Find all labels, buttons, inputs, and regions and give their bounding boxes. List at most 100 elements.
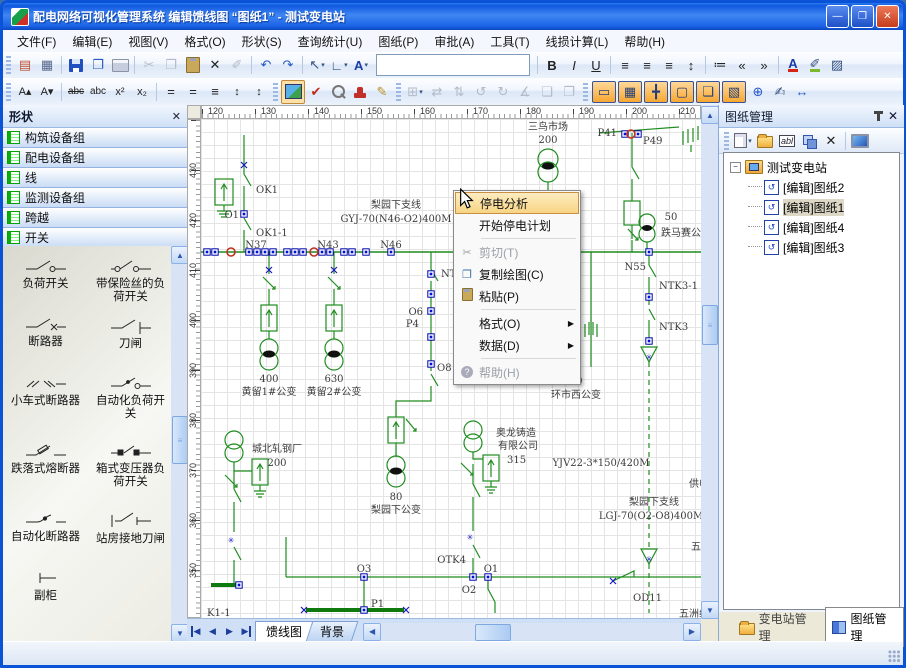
save-button[interactable] bbox=[65, 54, 87, 76]
context-item-help[interactable]: ?帮助(H) bbox=[455, 361, 579, 383]
context-item-copy-drawing[interactable]: ❐复制绘图(C) bbox=[455, 263, 579, 285]
toolbar-grip[interactable] bbox=[583, 83, 588, 101]
shape-group-lines[interactable]: 线 bbox=[3, 168, 187, 188]
send-to-back-button[interactable]: ❐ bbox=[558, 81, 580, 103]
close-button[interactable]: ✕ bbox=[876, 5, 899, 28]
toggle-ruler-button[interactable]: ▭ bbox=[592, 81, 616, 103]
shape-group-monitoring[interactable]: 监测设备组 bbox=[3, 188, 187, 208]
line-spacing-2-button[interactable]: ≡ bbox=[204, 81, 226, 103]
new-drawing-button[interactable]: ▾ bbox=[732, 130, 754, 152]
canvas-vertical-scrollbar[interactable]: ▲ ≡ ▼ bbox=[701, 105, 718, 618]
menu-query-stats[interactable]: 查询统计(U) bbox=[290, 30, 371, 53]
print-button[interactable] bbox=[109, 54, 131, 76]
stencil-item[interactable]: 自动化负荷开关 bbox=[91, 373, 171, 421]
copy-drawing-button[interactable] bbox=[798, 130, 820, 152]
line-spacing-1-button[interactable]: = bbox=[160, 81, 182, 103]
stamp-button[interactable] bbox=[349, 81, 371, 103]
bullets-button[interactable]: ≔ bbox=[709, 54, 731, 76]
shape-group-structures[interactable]: 构筑设备组 bbox=[3, 128, 187, 148]
rotate-right-button[interactable]: ↻ bbox=[492, 81, 514, 103]
stencil-item[interactable]: 小车式断路器 bbox=[6, 373, 86, 421]
shape-group-switches[interactable]: 开关 bbox=[3, 228, 187, 248]
rotate-text-button[interactable]: ∡ bbox=[514, 81, 536, 103]
toolbar-grip[interactable] bbox=[724, 132, 729, 150]
paste-button[interactable] bbox=[182, 54, 204, 76]
font-color-button[interactable]: A bbox=[782, 54, 804, 76]
stencil-item[interactable]: 刀闸 bbox=[91, 314, 171, 351]
print-preview-button[interactable]: ❐ bbox=[87, 54, 109, 76]
text-tool-button[interactable]: A▾ bbox=[350, 54, 372, 76]
strikethrough-button[interactable]: abc bbox=[65, 81, 87, 103]
toolbar-grip[interactable] bbox=[396, 83, 401, 101]
flip-vertical-button[interactable]: ⇅ bbox=[448, 81, 470, 103]
close-icon[interactable]: ✕ bbox=[888, 109, 898, 123]
tree-item-drawing4[interactable]: ↺ [编辑]图纸4 bbox=[724, 217, 899, 237]
first-page-button[interactable]: ◀ bbox=[187, 622, 204, 640]
no-strikethrough-button[interactable]: abc bbox=[87, 81, 109, 103]
align-center-button[interactable]: ≡ bbox=[636, 54, 658, 76]
pointer-tool-button[interactable]: ↖▾ bbox=[306, 54, 328, 76]
context-item-data[interactable]: 数据(D)▶ bbox=[455, 334, 579, 356]
undo-button[interactable]: ↶ bbox=[255, 54, 277, 76]
toggle-grid-button[interactable]: ▦ bbox=[618, 81, 642, 103]
stencil-item[interactable]: 带保险丝的负荷开关 bbox=[91, 256, 171, 304]
delete-drawing-button[interactable]: ✕ bbox=[820, 130, 842, 152]
minimize-button[interactable]: — bbox=[826, 5, 849, 28]
align-left-button[interactable]: ≡ bbox=[614, 54, 636, 76]
toolbar-grip[interactable] bbox=[6, 83, 11, 101]
context-item-format[interactable]: 格式(O)▶ bbox=[455, 312, 579, 334]
scroll-down-button[interactable]: ▼ bbox=[701, 601, 719, 619]
close-icon[interactable]: ✕ bbox=[172, 110, 181, 123]
scrollbar-thumb[interactable]: ≡ bbox=[172, 416, 188, 464]
stencil-scrollbar[interactable]: ▲ ≡ ▼ bbox=[171, 246, 187, 642]
shape-group-distribution[interactable]: 配电设备组 bbox=[3, 148, 187, 168]
context-item-cut[interactable]: ✂剪切(T) bbox=[455, 241, 579, 263]
previous-page-button[interactable]: ◀ bbox=[204, 622, 221, 640]
menu-view[interactable]: 视图(V) bbox=[120, 30, 176, 53]
tree-item-drawing3[interactable]: ↺ [编辑]图纸3 bbox=[724, 237, 899, 257]
open-drawing-button[interactable] bbox=[754, 130, 776, 152]
connector-arrow-button[interactable]: ↔ bbox=[791, 81, 813, 103]
line-spacing-15-button[interactable]: = bbox=[182, 81, 204, 103]
toggle-guides-button[interactable]: ╋ bbox=[644, 81, 668, 103]
superscript-button[interactable]: x² bbox=[109, 81, 131, 103]
format-painter-button[interactable]: ✐ bbox=[226, 54, 248, 76]
approve-check-button[interactable]: ✔ bbox=[305, 81, 327, 103]
toggle-connection-points-button[interactable]: ▢ bbox=[670, 81, 694, 103]
stencil-item[interactable]: 跌落式熔断器 bbox=[6, 441, 86, 489]
menu-file[interactable]: 文件(F) bbox=[9, 30, 64, 53]
scroll-right-button[interactable]: ▶ bbox=[683, 623, 701, 641]
italic-button[interactable]: I bbox=[563, 54, 585, 76]
copy-button[interactable]: ❐ bbox=[160, 54, 182, 76]
pan-zoom-button[interactable]: ⊕ bbox=[747, 81, 769, 103]
restore-button[interactable]: ❐ bbox=[851, 5, 874, 28]
tree-item-drawing1[interactable]: ↺ [编辑]图纸1 bbox=[724, 197, 899, 217]
menu-tools[interactable]: 工具(T) bbox=[482, 30, 537, 53]
tab-background[interactable]: 背景 bbox=[306, 621, 359, 642]
toolbar-grip[interactable] bbox=[273, 83, 278, 101]
scroll-up-button[interactable]: ▲ bbox=[701, 106, 719, 124]
shape-properties-button[interactable]: ✍ bbox=[769, 81, 791, 103]
diagram-properties-button[interactable] bbox=[281, 80, 305, 104]
connector-tool-button[interactable]: ∟▾ bbox=[328, 54, 350, 76]
menu-drawing[interactable]: 图纸(P) bbox=[370, 30, 426, 53]
bold-button[interactable]: B bbox=[541, 54, 563, 76]
font-combo-input[interactable] bbox=[376, 54, 530, 76]
menu-format[interactable]: 格式(O) bbox=[176, 30, 233, 53]
shape-group-crossing[interactable]: 跨越 bbox=[3, 208, 187, 228]
menu-line-loss[interactable]: 线损计算(L) bbox=[538, 30, 617, 53]
context-item-start-outage-plan[interactable]: 开始停电计划 bbox=[455, 214, 579, 236]
rotate-left-button[interactable]: ↺ bbox=[470, 81, 492, 103]
scrollbar-thumb[interactable] bbox=[475, 624, 511, 641]
line-color-button[interactable]: ✐ bbox=[804, 54, 826, 76]
stencil-item[interactable]: 站房接地刀闸 bbox=[91, 509, 171, 546]
menu-shape[interactable]: 形状(S) bbox=[234, 30, 290, 53]
open-table-button[interactable]: ▦ bbox=[36, 54, 58, 76]
redo-button[interactable]: ↷ bbox=[277, 54, 299, 76]
fill-color-button[interactable]: ▨ bbox=[826, 54, 848, 76]
spacing-increase-button[interactable]: ↕ bbox=[226, 81, 248, 103]
menu-approval[interactable]: 审批(A) bbox=[426, 30, 482, 53]
scrollbar-thumb[interactable]: ≡ bbox=[702, 305, 718, 345]
pin-icon[interactable] bbox=[877, 112, 880, 121]
menu-edit[interactable]: 编辑(E) bbox=[64, 30, 120, 53]
